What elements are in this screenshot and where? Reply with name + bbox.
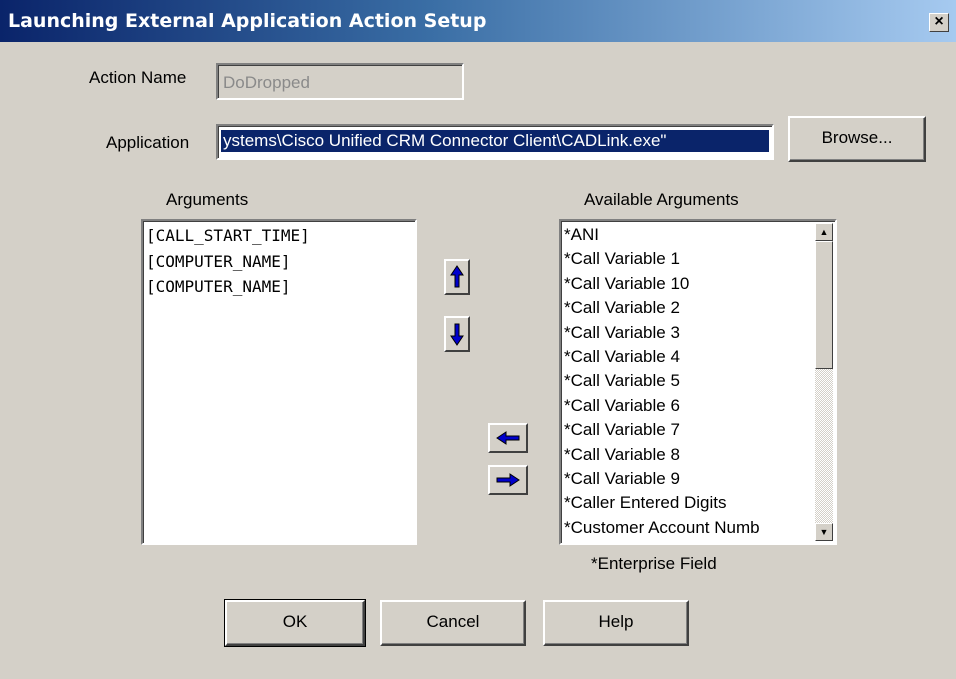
arrow-up-icon [450,265,464,288]
available-argument-item[interactable]: *Call Variable 6 [564,394,813,418]
arrow-left-icon [496,431,520,445]
browse-button[interactable]: Browse... [788,116,926,162]
scroll-up-button[interactable]: ▲ [815,223,833,241]
application-field[interactable]: ystems\Cisco Unified CRM Connector Clien… [216,124,774,160]
application-label: Application [106,133,190,152]
help-button-label: Help [598,612,634,631]
close-icon: × [934,13,944,30]
cancel-button-label: Cancel [426,612,480,631]
available-argument-item[interactable]: *Call Variable 1 [564,247,813,271]
title-bar[interactable]: Launching External Application Action Se… [0,0,956,42]
enterprise-field-note: *Enterprise Field [591,554,717,573]
available-arguments-list[interactable]: *ANI *Call Variable 1 *Call Variable 10 *Ca… [559,219,837,545]
ok-button-label: OK [282,612,308,631]
remove-argument-button[interactable] [488,465,528,495]
window-title: Launching External Application Action Se… [8,10,487,32]
cancel-button[interactable]: Cancel [380,600,526,646]
dialog-window: Launching External Application Action Se… [0,0,956,679]
arguments-label: Arguments [166,190,249,209]
arrow-down-icon [450,323,464,346]
scroll-thumb[interactable] [815,241,833,369]
scroll-up-icon: ▲ [819,227,829,237]
available-argument-item[interactable]: *ANI [564,223,813,247]
application-value: ystems\Cisco Unified CRM Connector Clien… [221,130,769,152]
browse-button-label: Browse... [821,128,893,147]
available-argument-item[interactable]: *Customer Account Numb [564,516,813,540]
available-argument-item[interactable]: *Call Variable 9 [564,467,813,491]
available-argument-item[interactable]: *Call Variable 4 [564,345,813,369]
argument-item[interactable]: [COMPUTER_NAME] [146,249,310,275]
available-argument-item[interactable]: *Call Variable 7 [564,418,813,442]
available-argument-item[interactable]: *Caller Entered Digits [564,491,813,515]
close-button[interactable]: × [929,13,949,32]
available-argument-item[interactable]: *Call Variable 8 [564,443,813,467]
action-name-value: DoDropped [223,73,310,92]
move-up-button[interactable] [444,259,470,295]
available-arguments-label: Available Arguments [584,190,739,209]
available-argument-item[interactable]: *Call Variable 10 [564,272,813,296]
available-arguments-scrollbar[interactable]: ▲ ▼ [815,223,833,541]
add-argument-button[interactable] [488,423,528,453]
move-down-button[interactable] [444,316,470,352]
argument-item[interactable]: [CALL_START_TIME] [146,223,310,249]
arguments-items: [CALL_START_TIME] [COMPUTER_NAME] [COMPUTE… [146,223,310,300]
arrow-right-icon [496,473,520,487]
scroll-down-icon: ▼ [819,527,829,537]
action-name-field[interactable]: DoDropped [216,63,464,100]
action-name-label: Action Name [89,68,187,87]
available-argument-item[interactable]: *Call Variable 3 [564,321,813,345]
available-argument-item[interactable]: *Call Variable 5 [564,369,813,393]
ok-button[interactable]: OK [224,599,366,647]
arguments-list[interactable]: [CALL_START_TIME] [COMPUTER_NAME] [COMPUTE… [141,219,417,545]
available-arguments-items: *ANI *Call Variable 1 *Call Variable 10 *Ca… [564,223,813,540]
argument-item[interactable]: [COMPUTER_NAME] [146,274,310,300]
available-argument-item[interactable]: *Call Variable 2 [564,296,813,320]
scroll-down-button[interactable]: ▼ [815,523,833,541]
help-button[interactable]: Help [543,600,689,646]
